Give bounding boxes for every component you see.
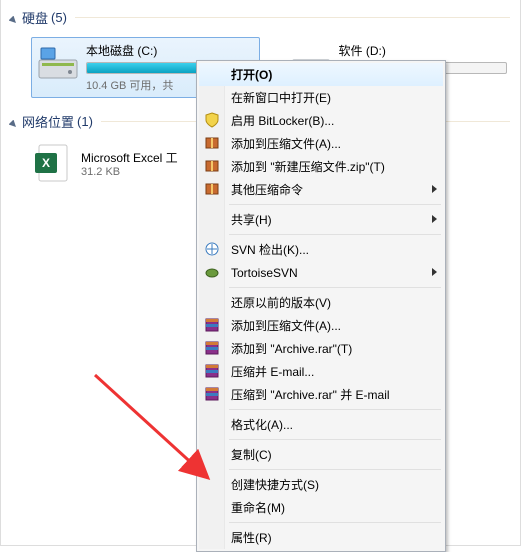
menu-separator	[229, 287, 441, 288]
submenu-arrow-icon	[432, 215, 437, 223]
archive-icon	[204, 135, 220, 151]
file-name: Microsoft Excel 工	[81, 149, 178, 166]
menu-restore-prev[interactable]: 还原以前的版本(V)	[199, 291, 443, 314]
category-count: (1)	[77, 114, 93, 129]
archive-icon	[204, 181, 220, 197]
collapse-icon[interactable]	[9, 13, 18, 22]
menu-separator	[229, 439, 441, 440]
category-count: (5)	[51, 10, 67, 25]
menu-create-shortcut[interactable]: 创建快捷方式(S)	[199, 473, 443, 496]
menu-zip-rar-email[interactable]: 压缩到 "Archive.rar" 并 E-mail	[199, 383, 443, 406]
menu-open[interactable]: 打开(O)	[199, 63, 443, 86]
rar-icon	[204, 317, 220, 333]
category-title: 硬盘	[22, 8, 48, 27]
menu-add-archive-2[interactable]: 添加到压缩文件(A)...	[199, 314, 443, 337]
svg-text:X: X	[42, 156, 50, 170]
category-drives[interactable]: 硬盘 (5)	[7, 4, 512, 31]
menu-share[interactable]: 共享(H)	[199, 208, 443, 231]
menu-separator	[229, 522, 441, 523]
rar-icon	[204, 386, 220, 402]
archive-icon	[204, 158, 220, 174]
context-menu: 打开(O) 在新窗口中打开(E) 启用 BitLocker(B)... 添加到压…	[196, 60, 446, 552]
submenu-arrow-icon	[432, 185, 437, 193]
drive-icon	[36, 42, 80, 86]
menu-separator	[229, 469, 441, 470]
collapse-icon[interactable]	[9, 117, 18, 126]
menu-add-to-rar[interactable]: 添加到 "Archive.rar"(T)	[199, 337, 443, 360]
rar-icon	[204, 363, 220, 379]
divider	[75, 17, 510, 18]
menu-add-archive[interactable]: 添加到压缩文件(A)...	[199, 132, 443, 155]
excel-icon: X	[31, 141, 75, 185]
menu-copy[interactable]: 复制(C)	[199, 443, 443, 466]
menu-format[interactable]: 格式化(A)...	[199, 413, 443, 436]
menu-rename[interactable]: 重命名(M)	[199, 496, 443, 519]
drive-name: 软件 (D:)	[339, 42, 508, 59]
menu-separator	[229, 234, 441, 235]
menu-open-new-window[interactable]: 在新窗口中打开(E)	[199, 86, 443, 109]
menu-separator	[229, 409, 441, 410]
tortoise-icon	[204, 264, 220, 280]
drive-name: 本地磁盘 (C:)	[86, 42, 255, 59]
menu-add-to-zip[interactable]: 添加到 "新建压缩文件.zip"(T)	[199, 155, 443, 178]
category-title: 网络位置	[22, 112, 74, 131]
menu-other-zip[interactable]: 其他压缩命令	[199, 178, 443, 201]
svn-icon	[204, 241, 220, 257]
file-size: 31.2 KB	[81, 166, 178, 178]
shield-icon	[204, 112, 220, 128]
menu-svn-checkout[interactable]: SVN 检出(K)...	[199, 238, 443, 261]
menu-bitlocker[interactable]: 启用 BitLocker(B)...	[199, 109, 443, 132]
menu-tortoisesvn[interactable]: TortoiseSVN	[199, 261, 443, 284]
rar-icon	[204, 340, 220, 356]
submenu-arrow-icon	[432, 268, 437, 276]
menu-zip-email[interactable]: 压缩并 E-mail...	[199, 360, 443, 383]
menu-separator	[229, 204, 441, 205]
